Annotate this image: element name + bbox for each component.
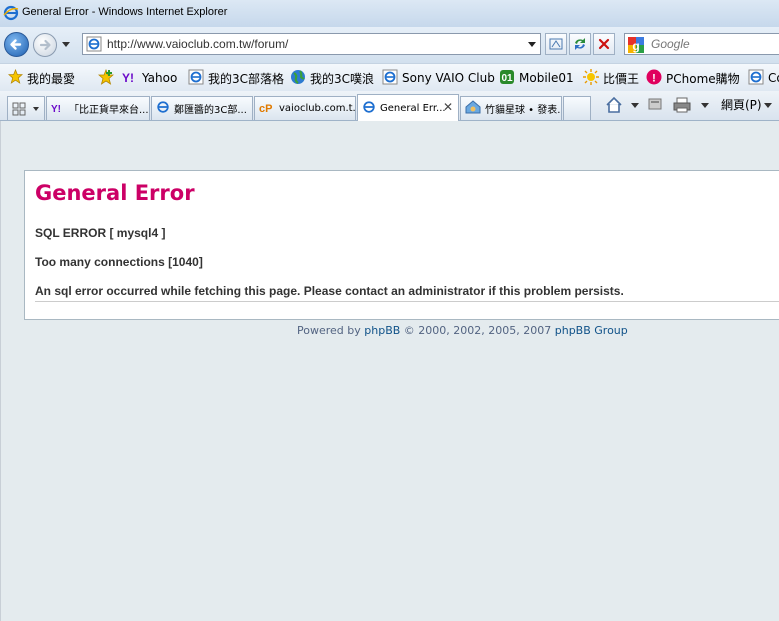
- error-message-line: An sql error occurred while fetching thi…: [35, 284, 624, 298]
- ie-page-icon: [748, 69, 764, 88]
- tab-label: 鄭匯醬的3C部...: [174, 105, 247, 116]
- ie-page-icon: [156, 100, 170, 117]
- page-content: General Error SQL ERROR [ mysql4 ] Too m…: [0, 121, 779, 621]
- page-menu-button[interactable]: 網頁(P): [721, 96, 774, 113]
- address-url[interactable]: http://www.vaioclub.com.tw/forum/: [107, 37, 288, 51]
- close-tab-icon[interactable]: ✕: [443, 100, 453, 114]
- address-dropdown-icon[interactable]: [528, 42, 536, 47]
- ie-page-icon: [188, 69, 204, 88]
- favorite-label: Sony VAIO Club: [402, 71, 495, 85]
- chevron-down-icon: [763, 102, 772, 108]
- error-detail-line: Too many connections [1040]: [35, 255, 203, 269]
- stop-button[interactable]: [593, 33, 615, 55]
- compatibility-view-button[interactable]: [545, 33, 567, 55]
- tab-3c-blog[interactable]: 鄭匯醬的3C部...: [151, 96, 253, 120]
- stop-icon: [598, 38, 610, 50]
- home-button[interactable]: [605, 96, 639, 114]
- back-button[interactable]: [4, 32, 29, 57]
- refresh-button[interactable]: [569, 33, 591, 55]
- feeds-icon: [648, 98, 662, 110]
- quick-tabs-button[interactable]: [7, 96, 45, 120]
- favorite-link-pchome[interactable]: ! PChome購物: [646, 68, 740, 88]
- error-heading: General Error: [35, 181, 195, 205]
- favorite-link-mobile01[interactable]: 01 Mobile01: [499, 68, 574, 88]
- ie-logo-icon: [3, 5, 19, 25]
- svg-text:01: 01: [501, 73, 513, 84]
- tab-bamboo-cat[interactable]: 竹貓星球 • 發表...: [460, 96, 562, 120]
- favorite-label: 比價王: [603, 71, 640, 86]
- search-placeholder: Google: [651, 37, 690, 51]
- navigation-bar: http://www.vaioclub.com.tw/forum/ g Goog…: [0, 27, 779, 63]
- tab-label: vaioclub.com.t...: [279, 103, 356, 114]
- favorite-label: Mobile01: [519, 71, 574, 85]
- favorite-link-yahoo[interactable]: Y! Yahoo: [122, 68, 177, 88]
- sql-error-line: SQL ERROR [ mysql4 ]: [35, 226, 166, 240]
- favorite-link-3c-blog[interactable]: 我的3C部落格: [188, 68, 284, 88]
- svg-text:g: g: [632, 39, 639, 53]
- pchome-icon: !: [646, 69, 662, 88]
- powered-by-footer: Powered by phpBB © 2000, 2002, 2005, 200…: [297, 324, 628, 337]
- panel-divider: [35, 301, 779, 302]
- footer-years: © 2000, 2002, 2005, 2007: [403, 324, 552, 337]
- favorite-link-price-king[interactable]: 比價王: [583, 68, 639, 88]
- tab-yahoo-news[interactable]: Y! 「比正貨早來台...: [46, 96, 150, 120]
- favorites-bar: 我的最愛 Y! Yahoo 我的3C部落格 我的3C噗浪 Sony VAIO C…: [0, 63, 779, 91]
- star-icon: [7, 68, 24, 87]
- address-bar[interactable]: http://www.vaioclub.com.tw/forum/: [82, 33, 541, 55]
- new-tab-button[interactable]: [563, 96, 591, 120]
- svg-text:cP: cP: [259, 103, 272, 113]
- favorite-link-3c-plurk[interactable]: 我的3C噗浪: [290, 68, 374, 88]
- footer-prefix: Powered by: [297, 324, 361, 337]
- favorite-label: Co: [768, 71, 779, 85]
- recent-pages-dropdown[interactable]: [62, 42, 70, 47]
- svg-text:!: !: [652, 72, 656, 84]
- favorite-label: PChome購物: [666, 71, 740, 86]
- add-favorite-button[interactable]: [97, 68, 118, 88]
- favorite-link-co[interactable]: Co: [748, 68, 779, 88]
- google-icon: g: [627, 36, 645, 58]
- print-button[interactable]: [673, 96, 713, 114]
- yahoo-icon: Y!: [122, 70, 138, 87]
- forward-button[interactable]: [33, 33, 57, 57]
- home-icon: [606, 96, 639, 113]
- favorite-label: Yahoo: [142, 71, 178, 85]
- tab-label: General Err...: [380, 102, 446, 114]
- mobile01-icon: 01: [499, 69, 515, 88]
- forward-arrow-icon: [39, 39, 51, 51]
- search-box[interactable]: g Google: [624, 33, 779, 55]
- svg-text:Y!: Y!: [51, 104, 61, 113]
- favorites-center-button[interactable]: 我的最愛: [7, 68, 76, 88]
- page-icon: [86, 36, 102, 56]
- window-titlebar: General Error - Windows Internet Explore…: [0, 0, 779, 27]
- tab-general-error[interactable]: General Err... ✕: [357, 94, 459, 121]
- window-title: General Error - Windows Internet Explore…: [22, 6, 228, 18]
- compatibility-icon: [549, 38, 563, 50]
- page-menu-label: 網頁(P): [721, 98, 762, 112]
- refresh-icon: [575, 38, 585, 50]
- add-to-favorites-icon: [97, 68, 115, 88]
- phpbb-link[interactable]: phpBB: [364, 324, 400, 337]
- ie-page-icon: [382, 69, 398, 88]
- favorite-label: 我的3C噗浪: [310, 71, 375, 86]
- phpbb-group-link[interactable]: phpBB Group: [555, 324, 628, 337]
- ie-page-icon: [362, 100, 376, 117]
- yahoo-icon: Y!: [51, 101, 65, 116]
- tab-label: 「比正貨早來台...: [69, 105, 149, 116]
- tab-label: 竹貓星球 • 發表...: [485, 105, 562, 116]
- cp-icon: cP: [259, 101, 275, 116]
- quick-tabs-icon: [12, 102, 39, 115]
- globe-icon: [290, 69, 306, 88]
- feeds-button[interactable]: [647, 96, 663, 112]
- print-icon: [673, 97, 709, 113]
- error-panel: General Error SQL ERROR [ mysql4 ] Too m…: [24, 170, 779, 320]
- svg-text:Y!: Y!: [122, 71, 134, 84]
- back-arrow-icon: [10, 39, 22, 50]
- tab-vaioclub[interactable]: cP vaioclub.com.t...: [254, 96, 356, 120]
- favorite-link-sony-vaio-club[interactable]: Sony VAIO Club: [382, 68, 495, 88]
- favorite-label: 我的3C部落格: [208, 71, 285, 86]
- sun-icon: [583, 68, 599, 88]
- favorites-label: 我的最愛: [27, 71, 76, 86]
- house-cat-icon: [465, 100, 481, 117]
